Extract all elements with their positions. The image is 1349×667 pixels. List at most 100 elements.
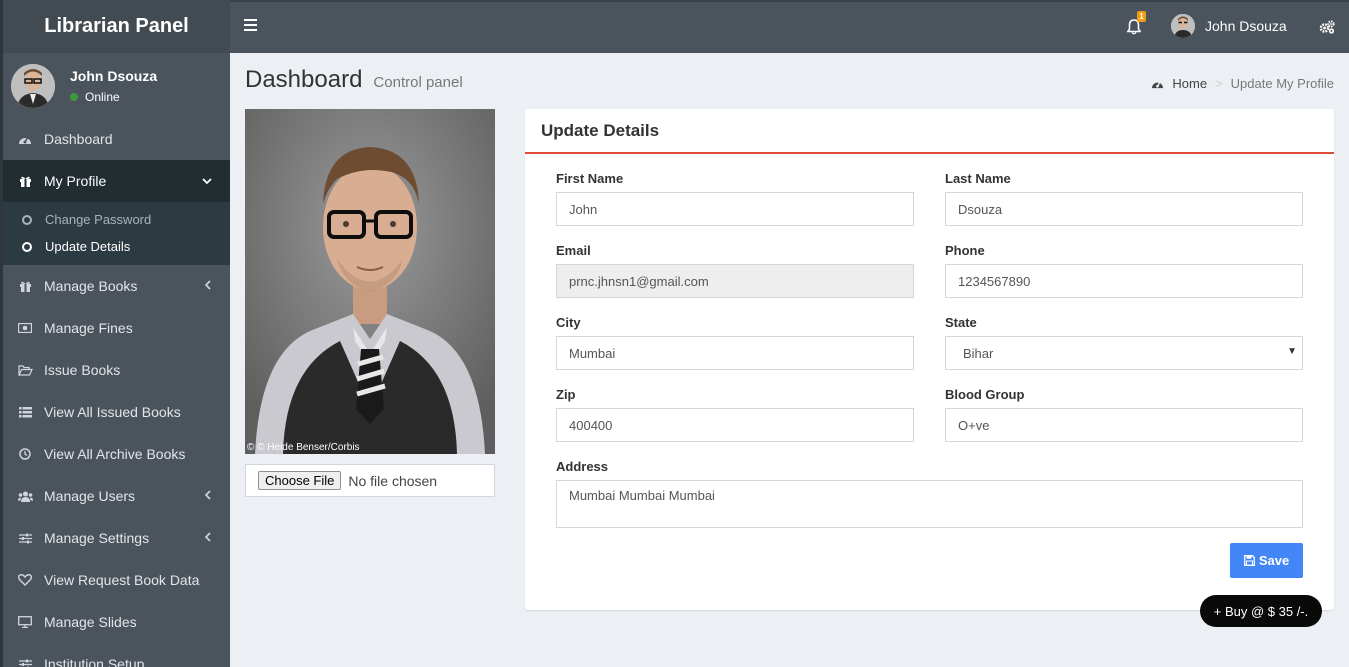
first-name-label: First Name — [556, 171, 624, 186]
sidebar-subitem-update-details[interactable]: Update Details — [3, 233, 230, 260]
save-button-label: Save — [1258, 553, 1290, 568]
chevron-left-icon — [204, 531, 212, 545]
chevron-left-icon — [204, 489, 212, 503]
dashboard-icon — [17, 132, 33, 146]
sidebar-item-label: Manage Settings — [44, 530, 150, 546]
user-menu[interactable]: John Dsouza — [1171, 14, 1287, 38]
state-selected-value: Bihar — [963, 345, 994, 361]
page-subtitle: Control panel — [373, 74, 463, 91]
circle-icon — [22, 241, 32, 252]
last-name-field[interactable] — [945, 192, 1303, 226]
sidebar-item-label: View All Issued Books — [44, 404, 181, 420]
sliders-icon — [17, 657, 33, 667]
notification-count-badge: 1 — [1137, 11, 1146, 22]
sidebar-item-issue-books[interactable]: Issue Books — [3, 349, 230, 391]
sidebar-item-manage-books[interactable]: Manage Books — [3, 265, 230, 307]
brand-logo[interactable]: Librarian Panel — [3, 0, 230, 53]
sidebar-user-panel: John Dsouza Online — [3, 53, 230, 118]
state-select[interactable]: Bihar ▼ — [945, 336, 1303, 370]
card-header: Update Details — [525, 109, 1334, 154]
gift-icon — [17, 279, 33, 293]
sidebar-user-name: John Dsouza — [70, 67, 158, 84]
sidebar-item-label: Manage Users — [44, 488, 136, 504]
save-button[interactable]: Save — [1230, 543, 1303, 578]
users-icon — [17, 489, 33, 503]
chevron-left-icon — [204, 279, 212, 293]
circle-icon — [22, 214, 32, 225]
list-icon — [17, 405, 33, 419]
gears-icon[interactable] — [1319, 20, 1335, 36]
sidebar-item-label: View Request Book Data — [44, 572, 200, 588]
sidebar-item-view-all-issued-books[interactable]: View All Issued Books — [3, 391, 230, 433]
sidebar-item-label: My Profile — [44, 173, 107, 189]
user-status: Online — [70, 90, 157, 104]
heart-icon — [17, 573, 33, 587]
phone-label: Phone — [945, 243, 985, 258]
sidebar-item-institution-setup[interactable]: Institution Setup — [3, 643, 230, 667]
last-name-label: Last Name — [945, 171, 1011, 186]
address-field[interactable]: Mumbai Mumbai Mumbai — [556, 480, 1303, 528]
sidebar-item-manage-fines[interactable]: Manage Fines — [3, 307, 230, 349]
state-label: State — [945, 315, 977, 330]
choose-file-button[interactable]: Choose File — [258, 471, 342, 490]
sidebar-item-my-profile[interactable]: My Profile — [3, 160, 230, 202]
money-icon — [17, 321, 33, 335]
chevron-down-icon — [202, 174, 212, 188]
breadcrumb-home-link[interactable]: Home — [1172, 76, 1207, 91]
sidebar-item-manage-slides[interactable]: Manage Slides — [3, 601, 230, 643]
sidebar-subitem-label: Update Details — [45, 239, 131, 254]
city-field[interactable] — [556, 336, 914, 370]
sidebar-item-view-request-book-data[interactable]: View Request Book Data — [3, 559, 230, 601]
dashboard-icon — [1151, 78, 1164, 89]
buy-button[interactable]: + Buy @ $ 35 /-. — [1200, 595, 1322, 627]
clock-icon — [17, 447, 33, 461]
folder-open-icon — [17, 363, 33, 377]
page-title: Dashboard — [245, 66, 363, 93]
sidebar-subitem-change-password[interactable]: Change Password — [3, 206, 230, 233]
blood-group-field[interactable] — [945, 408, 1303, 442]
phone-field[interactable] — [945, 264, 1303, 298]
sidebar-item-label: Manage Fines — [44, 320, 133, 336]
zip-label: Zip — [556, 387, 576, 402]
dropdown-arrow-icon: ▼ — [1287, 346, 1297, 357]
sidebar: Librarian Panel John Dsouza Online Dashb… — [0, 0, 230, 667]
gift-icon — [17, 174, 33, 188]
card-title: Update Details — [541, 120, 660, 140]
submenu-my-profile: Change Password Update Details — [3, 202, 230, 265]
first-name-field[interactable] — [556, 192, 914, 226]
online-dot-icon — [70, 92, 78, 101]
notification-bell-icon[interactable]: 1 — [1126, 11, 1146, 37]
email-field[interactable] — [556, 264, 914, 298]
sidebar-item-label: Manage Books — [44, 278, 138, 294]
sidebar-item-dashboard[interactable]: Dashboard — [3, 118, 230, 160]
sidebar-item-label: Issue Books — [44, 362, 121, 378]
update-details-card: Update Details First Name Last Name Emai… — [525, 109, 1334, 610]
save-icon — [1243, 555, 1255, 566]
photo-file-input[interactable]: Choose File No file chosen — [245, 464, 495, 497]
avatar — [11, 63, 55, 108]
user-status-text: Online — [85, 89, 120, 104]
avatar — [1171, 14, 1195, 38]
address-label: Address — [556, 459, 609, 474]
sidebar-item-label: View All Archive Books — [44, 446, 186, 462]
desktop-icon — [17, 615, 33, 629]
sidebar-item-label: Dashboard — [44, 131, 113, 147]
sidebar-item-manage-settings[interactable]: Manage Settings — [3, 517, 230, 559]
sidebar-item-label: Manage Slides — [44, 614, 137, 630]
sidebar-menu: Dashboard My Profile Change Password Upd… — [3, 118, 230, 667]
photo-credit: © © Heide Benser/Corbis — [247, 442, 360, 453]
breadcrumb: Home > Update My Profile — [1151, 76, 1334, 91]
content-header: Dashboard Control panel — [245, 66, 463, 94]
zip-field[interactable] — [556, 408, 914, 442]
city-label: City — [556, 315, 581, 330]
sidebar-item-label: Institution Setup — [44, 656, 145, 667]
profile-photo: © © Heide Benser/Corbis — [245, 109, 495, 454]
email-label: Email — [556, 243, 591, 258]
menu-toggle-icon[interactable] — [244, 19, 257, 31]
sliders-icon — [17, 531, 33, 545]
sidebar-item-manage-users[interactable]: Manage Users — [3, 475, 230, 517]
breadcrumb-current: Update My Profile — [1230, 76, 1334, 91]
blood-group-label: Blood Group — [945, 387, 1025, 402]
sidebar-item-view-all-archive-books[interactable]: View All Archive Books — [3, 433, 230, 475]
top-user-name: John Dsouza — [1205, 18, 1287, 34]
